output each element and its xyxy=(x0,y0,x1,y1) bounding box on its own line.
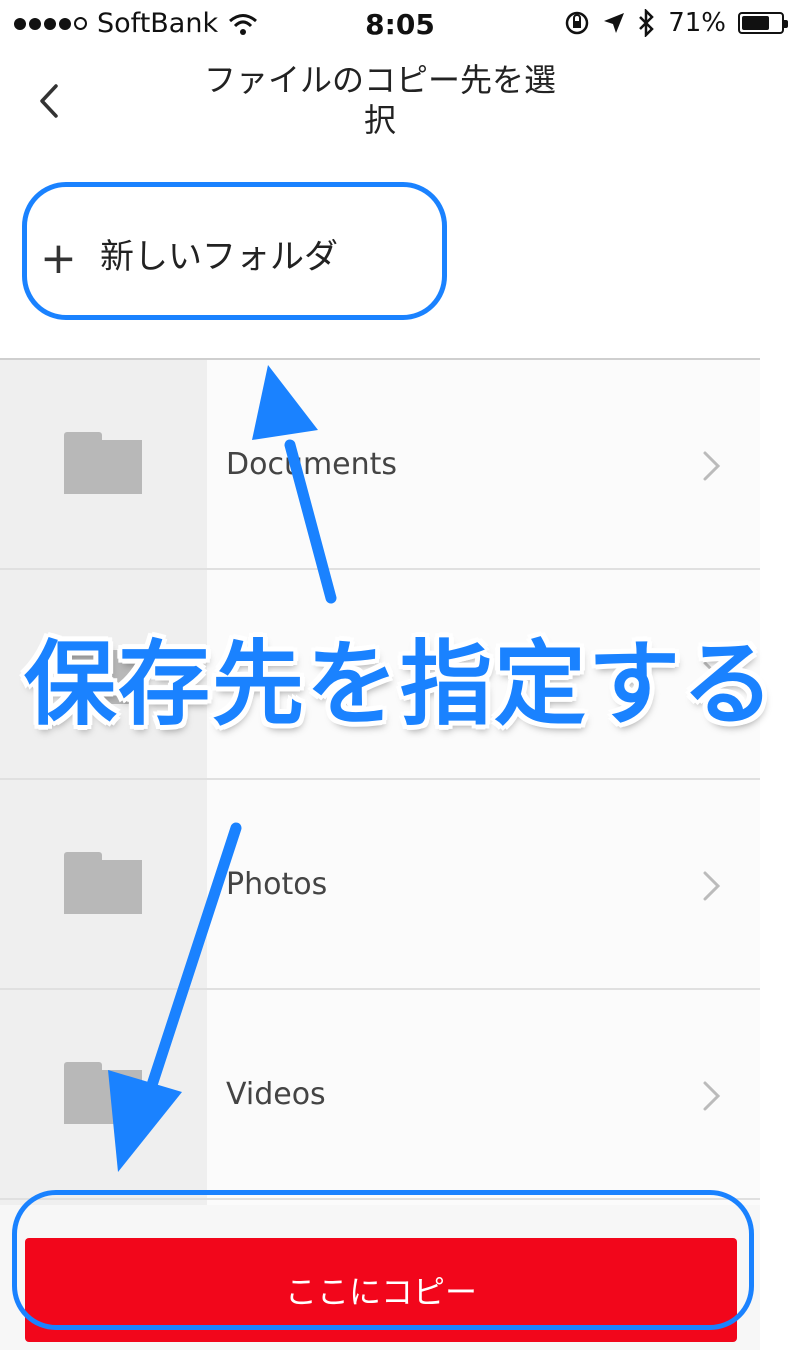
location-arrow-icon xyxy=(604,13,625,33)
chevron-right-icon xyxy=(703,1081,721,1111)
orientation-lock-icon xyxy=(565,11,589,35)
folder-icon xyxy=(64,852,142,914)
page-title: ファイルのコピー先を選択 xyxy=(203,61,556,139)
folder-icon xyxy=(64,1062,142,1124)
annotation-text: 保存先を指定する xyxy=(23,631,776,738)
battery-icon xyxy=(738,12,788,34)
folder-name: Photos xyxy=(226,867,328,902)
folder-row-photos[interactable]: Photos xyxy=(0,780,760,990)
folder-row-documents[interactable]: Documents xyxy=(0,360,760,570)
battery-percent: 71% xyxy=(668,8,726,38)
chevron-right-icon xyxy=(703,451,721,481)
annotation-highlight-copy-button xyxy=(12,1190,754,1330)
folder-icon xyxy=(64,432,142,494)
bluetooth-icon xyxy=(639,9,654,37)
annotation-highlight-new-folder xyxy=(22,182,447,320)
back-button[interactable] xyxy=(30,78,70,124)
chevron-right-icon xyxy=(703,871,721,901)
folder-name: Documents xyxy=(226,447,398,482)
folder-name: Videos xyxy=(226,1077,326,1112)
folder-row-videos[interactable]: Videos xyxy=(0,990,760,1200)
status-right: 71% xyxy=(564,8,788,38)
status-bar: SoftBank 8:05 71% xyxy=(0,0,800,50)
